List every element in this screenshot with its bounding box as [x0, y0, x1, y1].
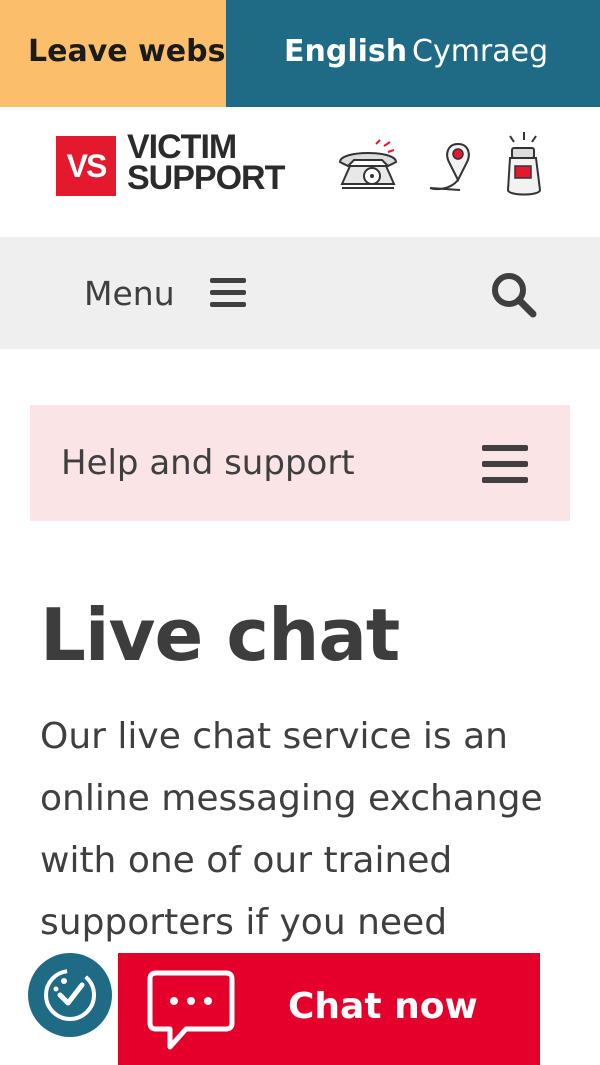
location-pin-icon[interactable] [426, 140, 476, 200]
chat-bubble-icon [147, 970, 235, 1050]
search-button[interactable] [489, 270, 539, 320]
language-switcher: English Cymraeg [226, 0, 600, 107]
logo-mark[interactable]: VS [56, 136, 116, 196]
alarm-icon[interactable] [500, 132, 548, 204]
hamburger-icon [482, 445, 528, 485]
chat-now-button[interactable]: Chat now [118, 953, 540, 1065]
logo-line-2: SUPPORT [127, 159, 285, 197]
accessibility-button[interactable] [28, 953, 112, 1037]
intro-paragraph: Our live chat service is an online messa… [40, 716, 543, 943]
menu-label: Menu [84, 274, 175, 313]
help-and-support-toggle[interactable]: Help and support [30, 405, 570, 521]
accessibility-icon [44, 969, 96, 1021]
page-title: Live chat [40, 593, 400, 677]
leave-website-label: Leave websi [28, 34, 226, 69]
search-icon [492, 273, 537, 318]
language-english-link[interactable]: English [284, 34, 407, 69]
chat-now-label: Chat now [288, 986, 478, 1027]
logo-text[interactable]: VICTIM SUPPORT [127, 130, 285, 197]
leave-website-button[interactable]: Leave websi [0, 0, 226, 107]
hamburger-icon [210, 278, 246, 308]
help-and-support-label: Help and support [61, 443, 355, 483]
menu-button[interactable]: Menu [84, 272, 254, 316]
top-bar: Leave websi English Cymraeg [0, 0, 600, 107]
language-cymraeg-link[interactable]: Cymraeg [412, 34, 548, 69]
phone-icon[interactable] [336, 138, 400, 200]
